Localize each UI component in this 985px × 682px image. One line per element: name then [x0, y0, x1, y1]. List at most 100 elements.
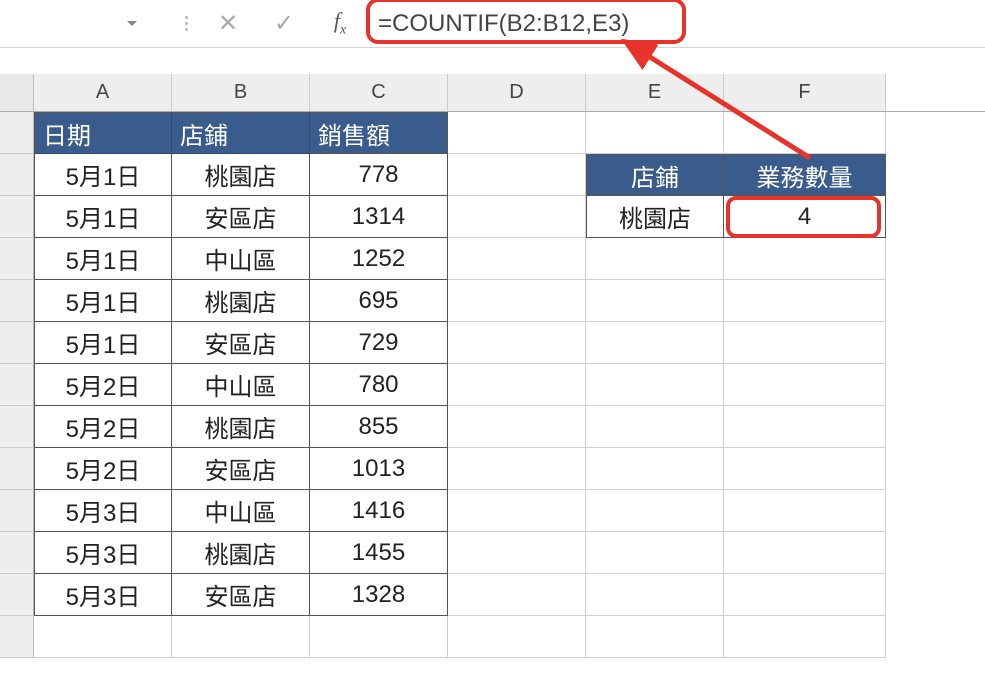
cell[interactable]: [724, 532, 886, 574]
table1-header-sales[interactable]: 銷售額: [310, 112, 448, 154]
cell[interactable]: 安區店: [172, 322, 310, 364]
cell-F3-result[interactable]: 4: [724, 196, 886, 238]
cell[interactable]: 5月1日: [34, 280, 172, 322]
enter-icon[interactable]: ✓: [270, 9, 298, 38]
cell[interactable]: 桃園店: [172, 532, 310, 574]
cell[interactable]: [724, 406, 886, 448]
cell[interactable]: 桃園店: [172, 280, 310, 322]
cell[interactable]: [448, 448, 586, 490]
cell[interactable]: [448, 112, 586, 154]
cell[interactable]: 1013: [310, 448, 448, 490]
cell[interactable]: [724, 112, 886, 154]
cell[interactable]: [724, 322, 886, 364]
table2-header-store[interactable]: 店鋪: [586, 154, 724, 196]
cancel-icon[interactable]: ✕: [214, 9, 242, 38]
cell[interactable]: 778: [310, 154, 448, 196]
row-header[interactable]: [0, 574, 34, 616]
cell[interactable]: 桃園店: [172, 406, 310, 448]
cell[interactable]: 5月2日: [34, 448, 172, 490]
cell[interactable]: 桃園店: [172, 154, 310, 196]
cell[interactable]: 1328: [310, 574, 448, 616]
table1-header-store[interactable]: 店鋪: [172, 112, 310, 154]
fx-icon[interactable]: fx: [326, 8, 354, 38]
cell[interactable]: 5月1日: [34, 322, 172, 364]
row-header[interactable]: [0, 532, 34, 574]
cell[interactable]: [724, 616, 886, 658]
cell[interactable]: [724, 280, 886, 322]
row-header[interactable]: [0, 322, 34, 364]
cell[interactable]: [586, 448, 724, 490]
row-header[interactable]: [0, 196, 34, 238]
cell[interactable]: 中山區: [172, 364, 310, 406]
cell[interactable]: [586, 322, 724, 364]
cell[interactable]: [724, 448, 886, 490]
column-header-B[interactable]: B: [172, 74, 310, 111]
row-header[interactable]: [0, 616, 34, 658]
cell[interactable]: 中山區: [172, 490, 310, 532]
cell[interactable]: [586, 112, 724, 154]
cell[interactable]: 5月2日: [34, 406, 172, 448]
cell[interactable]: [448, 196, 586, 238]
cell[interactable]: [586, 574, 724, 616]
cell[interactable]: [724, 238, 886, 280]
cell[interactable]: [586, 490, 724, 532]
cell[interactable]: [448, 154, 586, 196]
column-header-F[interactable]: F: [724, 74, 886, 111]
cell[interactable]: 1252: [310, 238, 448, 280]
cell[interactable]: [34, 616, 172, 658]
cell[interactable]: 安區店: [172, 448, 310, 490]
cell[interactable]: [586, 532, 724, 574]
cell[interactable]: [448, 322, 586, 364]
chevron-down-icon[interactable]: [124, 16, 140, 32]
cell[interactable]: 中山區: [172, 238, 310, 280]
cell[interactable]: [448, 574, 586, 616]
column-header-D[interactable]: D: [448, 74, 586, 111]
cell[interactable]: 5月1日: [34, 238, 172, 280]
cell[interactable]: [448, 280, 586, 322]
cell[interactable]: 安區店: [172, 196, 310, 238]
cell[interactable]: 桃園店: [586, 196, 724, 238]
row-header[interactable]: [0, 448, 34, 490]
cell[interactable]: 5月1日: [34, 154, 172, 196]
name-box[interactable]: [8, 9, 118, 39]
table2-header-count[interactable]: 業務數量: [724, 154, 886, 196]
cell[interactable]: 695: [310, 280, 448, 322]
cell[interactable]: 729: [310, 322, 448, 364]
cell[interactable]: [448, 238, 586, 280]
row-header[interactable]: [0, 490, 34, 532]
cell[interactable]: 5月3日: [34, 574, 172, 616]
cell[interactable]: [724, 490, 886, 532]
cell[interactable]: [448, 490, 586, 532]
cell[interactable]: [448, 364, 586, 406]
formula-input[interactable]: =COUNTIF(B2:B12,E3): [372, 8, 772, 40]
row-header[interactable]: [0, 238, 34, 280]
cell[interactable]: 855: [310, 406, 448, 448]
cell[interactable]: [448, 406, 586, 448]
cell[interactable]: [586, 406, 724, 448]
cell[interactable]: 1455: [310, 532, 448, 574]
cell[interactable]: 1416: [310, 490, 448, 532]
cell[interactable]: [310, 616, 448, 658]
cell[interactable]: 5月3日: [34, 490, 172, 532]
cell[interactable]: [586, 238, 724, 280]
cell[interactable]: [724, 364, 886, 406]
cell[interactable]: 1314: [310, 196, 448, 238]
cell[interactable]: 5月1日: [34, 196, 172, 238]
cell[interactable]: [172, 616, 310, 658]
row-header[interactable]: [0, 364, 34, 406]
table1-header-date[interactable]: 日期: [34, 112, 172, 154]
column-header-C[interactable]: C: [310, 74, 448, 111]
cell[interactable]: [724, 574, 886, 616]
cell[interactable]: 5月3日: [34, 532, 172, 574]
column-header-E[interactable]: E: [586, 74, 724, 111]
row-header[interactable]: [0, 112, 34, 154]
column-header-A[interactable]: A: [34, 74, 172, 111]
cell[interactable]: [586, 616, 724, 658]
cell[interactable]: [448, 532, 586, 574]
cell[interactable]: [448, 616, 586, 658]
cell[interactable]: [586, 280, 724, 322]
cell[interactable]: 780: [310, 364, 448, 406]
row-header[interactable]: [0, 154, 34, 196]
cell[interactable]: 安區店: [172, 574, 310, 616]
row-header[interactable]: [0, 406, 34, 448]
